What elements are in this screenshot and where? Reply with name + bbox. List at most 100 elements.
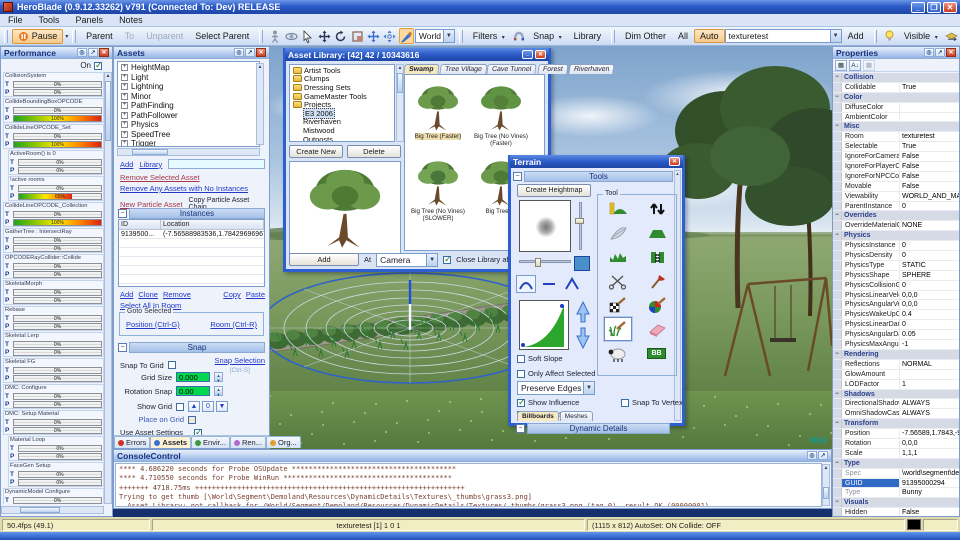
library-tab-riverhaven[interactable]: Riverhaven [568, 64, 615, 74]
soft-slope-checkbox[interactable] [517, 355, 525, 363]
property-value[interactable]: -1 [900, 340, 959, 349]
show-grid-checkbox[interactable] [176, 403, 184, 411]
property-category[interactable]: −Misc [833, 122, 959, 132]
paint-tool-icon[interactable] [399, 28, 414, 44]
performance-hscrollbar[interactable] [1, 506, 104, 514]
property-row[interactable]: SelectableTrue [833, 142, 959, 152]
plateau-tool-icon[interactable] [643, 221, 671, 245]
move-tool-icon[interactable] [317, 28, 331, 44]
ruler-hill-tool-icon[interactable] [604, 197, 632, 221]
asset-tree-item[interactable]: +PathFinding [119, 101, 258, 111]
grid-level-button[interactable]: 0 [202, 401, 214, 412]
curve-shift-arrows[interactable] [575, 300, 591, 350]
minimize-icon[interactable]: _ [522, 50, 533, 59]
dynamic-tab-meshes[interactable]: Meshes [560, 411, 593, 421]
goto-position-link[interactable]: Position (Ctrl-G) [126, 320, 180, 329]
rotation-snap-spinner[interactable]: ▲▼ [214, 386, 223, 396]
property-row[interactable]: Roomtexturetest [833, 132, 959, 142]
property-value[interactable]: 1,1,1 [900, 449, 959, 458]
instances-header[interactable]: Instances [129, 208, 265, 219]
snap-to-vertex-checkbox[interactable] [621, 399, 629, 407]
expand-icon[interactable]: + [121, 83, 128, 90]
property-row[interactable]: TypeBunny [833, 488, 959, 498]
property-value[interactable]: texturetest [900, 132, 959, 141]
property-category[interactable]: −Transform [833, 419, 959, 429]
property-row[interactable]: ParentInstance0 [833, 202, 959, 212]
library-folder-item[interactable]: Clumps [291, 75, 393, 84]
brush-size-slider[interactable] [519, 260, 571, 263]
property-row[interactable]: PhysicsInstance0 [833, 241, 959, 251]
property-pages-icon[interactable]: ▩ [863, 60, 875, 71]
property-value[interactable]: True [900, 83, 959, 92]
create-heightmap-button[interactable]: Create Heightmap [517, 184, 591, 197]
tab-envir[interactable]: Envir... [191, 436, 230, 448]
property-value[interactable]: 0.05 [900, 330, 959, 339]
raise-lower-tool-icon[interactable] [643, 197, 671, 221]
filter-combobox[interactable]: texturetest▼ [725, 29, 842, 43]
only-affect-selected-checkbox[interactable] [517, 370, 525, 378]
library-add-button[interactable]: Add [289, 253, 359, 266]
library-tab-tree-village[interactable]: Tree Village [439, 64, 487, 74]
property-row[interactable]: Position-7.56589,1.7843,-9.68581 [833, 429, 959, 439]
slope-curve-preview[interactable] [519, 300, 569, 350]
library-item[interactable]: Big Tree (No Vines) (Faster) [470, 77, 532, 151]
library-folder-item[interactable]: Dressing Sets [291, 83, 393, 92]
all-button[interactable]: All [672, 29, 694, 43]
property-row[interactable]: PhysicsTypeSTATIC [833, 261, 959, 271]
collapse-snap-icon[interactable]: − [118, 343, 127, 352]
expand-icon[interactable]: + [121, 93, 128, 100]
asset-tree-item[interactable]: +Trigger [119, 139, 258, 147]
minimize-button[interactable]: _ [911, 2, 925, 13]
library-item[interactable]: Big Tree (Faster) [407, 77, 469, 151]
brush-shape-flat-button[interactable] [539, 275, 559, 293]
asset-tree-item[interactable]: +Lightning [119, 82, 258, 92]
chevron-down-icon[interactable]: ▼ [583, 382, 594, 394]
library-button[interactable]: Library [568, 29, 608, 43]
performance-on-checkbox[interactable] [94, 62, 102, 70]
library-tab-swamp[interactable]: Swamp [403, 64, 439, 74]
rotation-snap-input[interactable]: 0.00 [176, 386, 210, 396]
snap-button[interactable]: Snap ▾ [527, 29, 568, 43]
categorized-view-icon[interactable]: ▦ [835, 60, 847, 71]
library-link[interactable]: Library [139, 160, 162, 169]
property-value[interactable]: 0 [900, 202, 959, 211]
asset-tree-hscrollbar[interactable] [117, 148, 260, 156]
show-influence-checkbox[interactable] [517, 399, 525, 407]
expand-icon[interactable]: + [121, 102, 128, 109]
column-header[interactable]: Location [161, 220, 264, 229]
library-tab-cave-tunnel[interactable]: Cave Tunnel [487, 64, 538, 74]
axis-move-icon[interactable] [383, 28, 397, 44]
pause-button[interactable]: Pause [12, 29, 64, 44]
instance-paste-link[interactable]: Paste [246, 290, 265, 299]
goto-room-link[interactable]: Room (Ctrl-R) [210, 320, 257, 329]
property-value[interactable]: False [900, 508, 959, 516]
property-value[interactable]: WORLD_AND_MAP [900, 192, 959, 201]
expand-icon[interactable]: + [121, 74, 128, 81]
close-icon[interactable]: ✕ [99, 48, 109, 57]
property-row[interactable]: CollidableTrue [833, 83, 959, 93]
performance-vscrollbar[interactable]: ▲ [104, 72, 112, 504]
property-row[interactable]: IgnoreForNPCCollisiFalse [833, 172, 959, 182]
library-folder-item[interactable]: Outposts [291, 135, 393, 142]
chevron-down-icon[interactable]: ▼ [443, 30, 454, 42]
space-combobox[interactable]: World▼ [415, 29, 455, 43]
tools-header[interactable]: Tools [524, 171, 673, 182]
select-tool-icon[interactable] [301, 28, 315, 44]
property-row[interactable]: MovableFalse [833, 182, 959, 192]
pin-icon[interactable]: ◎ [924, 48, 934, 57]
float-icon[interactable]: ↗ [818, 451, 828, 460]
filters-button[interactable]: Filters ▾ [467, 29, 511, 43]
snap-to-grid-checkbox[interactable] [168, 361, 176, 369]
grid-size-input[interactable]: 0.000 [176, 372, 210, 382]
asset-tree-item[interactable]: +Minor [119, 92, 258, 102]
grid-level-button[interactable]: ▲ [188, 401, 200, 412]
property-value[interactable]: True [900, 142, 959, 151]
instance-remove-link[interactable]: Remove [163, 290, 191, 299]
grid-level-button[interactable]: ▼ [216, 401, 228, 412]
property-category[interactable]: −Physics [833, 231, 959, 241]
property-value[interactable]: False [900, 162, 959, 171]
unparent-button[interactable]: Unparent [140, 29, 189, 43]
collapse-icon[interactable]: − [833, 122, 842, 131]
property-row[interactable]: OmniShadowCastingALWAYS [833, 409, 959, 419]
close-icon[interactable]: ✕ [946, 48, 956, 57]
